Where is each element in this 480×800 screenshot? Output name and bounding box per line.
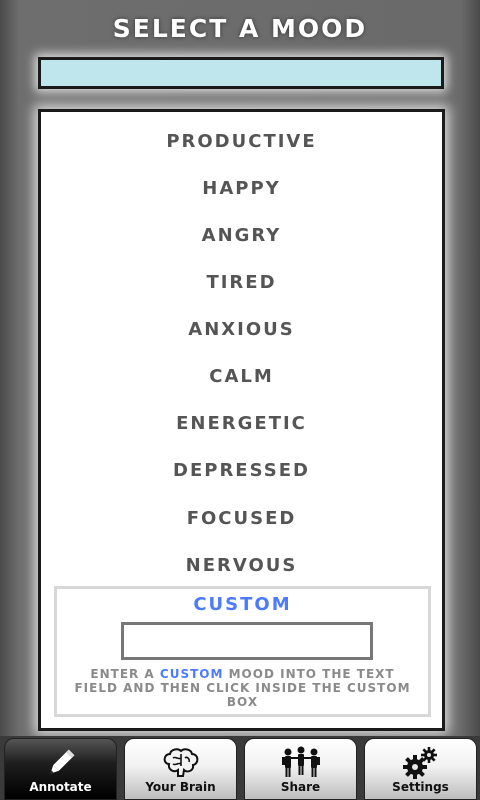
brain-icon xyxy=(125,745,236,781)
tab-your-brain[interactable]: Your Brain xyxy=(124,738,237,800)
mood-item-tired[interactable]: TIRED xyxy=(41,265,442,301)
mood-item-anxious[interactable]: ANXIOUS xyxy=(41,312,442,348)
custom-title: CUSTOM xyxy=(193,594,292,615)
page-title: SELECT A MOOD xyxy=(112,14,368,43)
mood-item-energetic[interactable]: ENERGETIC xyxy=(41,406,442,442)
gears-icon xyxy=(365,745,476,781)
pencil-icon xyxy=(5,745,116,781)
mood-item-calm[interactable]: CALM xyxy=(41,359,442,395)
tab-share[interactable]: Share xyxy=(244,738,357,800)
tab-your-brain-label: Your Brain xyxy=(145,780,216,794)
tab-share-label: Share xyxy=(280,780,321,794)
mood-item-angry[interactable]: ANGRY xyxy=(41,218,442,254)
tab-annotate[interactable]: Annotate xyxy=(4,738,117,800)
mood-item-focused[interactable]: FOCUSED xyxy=(41,501,442,537)
custom-help-highlight: CUSTOM xyxy=(159,667,224,681)
mood-item-depressed[interactable]: DEPRESSED xyxy=(41,453,442,489)
mood-list-panel: PRODUCTIVE HAPPY ANGRY TIRED ANXIOUS CAL… xyxy=(38,109,445,731)
people-icon xyxy=(245,745,356,781)
tab-annotate-label: Annotate xyxy=(29,780,92,794)
mood-item-productive[interactable]: PRODUCTIVE xyxy=(41,124,442,160)
selected-mood-field[interactable] xyxy=(38,57,444,89)
mood-item-happy[interactable]: HAPPY xyxy=(41,171,442,207)
custom-mood-input[interactable] xyxy=(121,622,373,660)
tab-bar: Annotate Your Brain Share Settings xyxy=(0,736,480,800)
mood-item-nervous[interactable]: NERVOUS xyxy=(41,548,442,584)
custom-mood-box[interactable]: CUSTOM ENTER A CUSTOM MOOD INTO THE TEXT… xyxy=(54,586,431,717)
tab-settings-label: Settings xyxy=(392,780,449,794)
tab-settings[interactable]: Settings xyxy=(364,738,477,800)
custom-help-part1: ENTER A xyxy=(90,667,160,681)
custom-help-text: ENTER A CUSTOM MOOD INTO THE TEXT FIELD … xyxy=(67,667,418,709)
